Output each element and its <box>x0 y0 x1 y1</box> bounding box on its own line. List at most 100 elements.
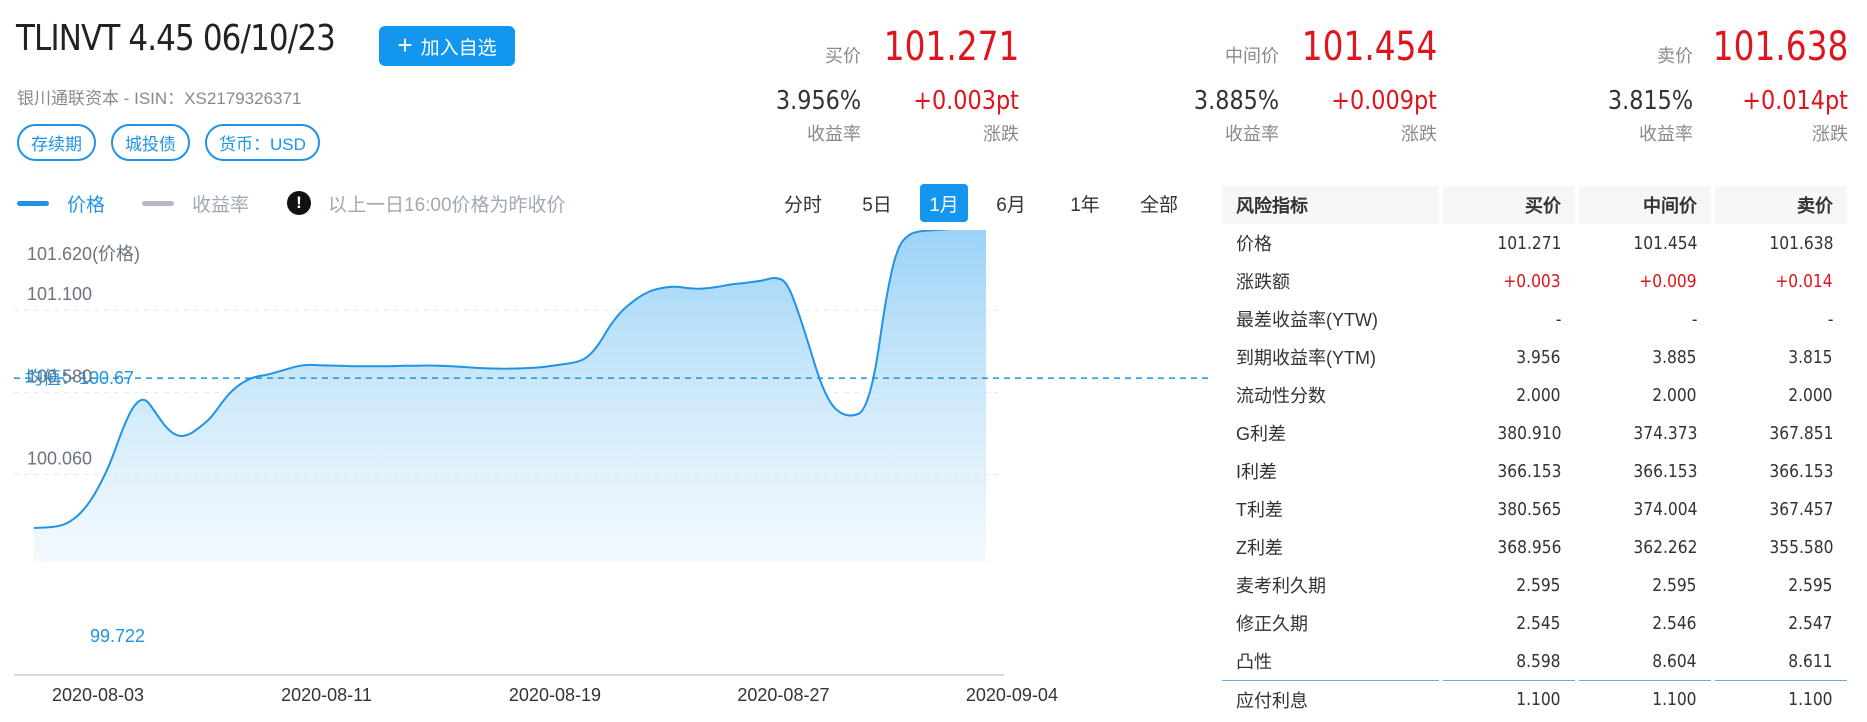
indicator-name: G利差 <box>1236 424 1287 444</box>
ask-value: 367.851 <box>1715 414 1847 452</box>
bid-value: +0.003 <box>1443 262 1575 300</box>
risk-indicator-table: 风险指标 买价 中间价 卖价 价格 101.271 101.454 101.638 涨跌… <box>1218 186 1851 718</box>
ask-value-text: 8.611 <box>1788 650 1833 672</box>
bond-tags: 存续期 城投债 货币：USD <box>17 124 320 161</box>
bid-value-text: 368.956 <box>1496 536 1561 558</box>
bid-value-text: 1.100 <box>1516 689 1561 710</box>
bid-value: 1.100 <box>1443 680 1575 718</box>
mid-value: 8.604 <box>1579 642 1711 680</box>
bid-value: 8.598 <box>1443 642 1575 680</box>
legend-yield[interactable]: 收益率 <box>142 190 249 216</box>
indicator-name: 修正久期 <box>1236 614 1308 634</box>
price-area <box>34 230 986 562</box>
add-to-watchlist-label: 加入自选 <box>420 37 497 59</box>
table-row: 应付利息 1.100 1.100 1.100 <box>1222 680 1847 718</box>
ask-value-text: +0.014 <box>1775 270 1833 292</box>
range-intraday[interactable]: 分时 <box>772 184 834 222</box>
indicator-name: 应付利息 <box>1222 680 1439 718</box>
ask-value: 3.815 <box>1715 338 1847 376</box>
mid-value-text: 8.604 <box>1652 650 1697 672</box>
ask-value-text: - <box>1827 308 1833 330</box>
table-row: Z利差 368.956 362.262 355.580 <box>1222 528 1847 566</box>
bid-value: 2.000 <box>1443 376 1575 414</box>
bid-value-text: +0.003 <box>1503 270 1561 292</box>
ask-value-text: 3.815 <box>1788 346 1833 368</box>
quote-yield: 3.815% <box>1607 86 1693 116</box>
ask-value-text: 366.153 <box>1768 460 1833 482</box>
note-text: 以上一日16:00价格为昨收价 <box>328 194 566 216</box>
bid-value-text: 3.956 <box>1516 346 1561 368</box>
line-swatch-icon <box>142 200 174 206</box>
quote-change-label: 涨跌 <box>983 124 1019 144</box>
indicator-name: 价格 <box>1236 234 1272 254</box>
bid-value: 3.956 <box>1443 338 1575 376</box>
legend-price[interactable]: 价格 <box>17 190 105 216</box>
bid-value: 366.153 <box>1443 452 1575 490</box>
table-row: 价格 101.271 101.454 101.638 <box>1222 224 1847 262</box>
bid-value-text: - <box>1555 308 1561 330</box>
table-row: 麦考利久期 2.595 2.595 2.595 <box>1222 566 1847 604</box>
bid-value-text: 2.545 <box>1516 612 1561 634</box>
mid-value-text: 374.004 <box>1632 498 1697 520</box>
table-row: 流动性分数 2.000 2.000 2.000 <box>1222 376 1847 414</box>
mid-value-text: 2.000 <box>1652 384 1697 406</box>
quote-change: +0.003pt <box>913 86 1019 116</box>
indicator-name: 流动性分数 <box>1236 386 1326 406</box>
range-1m[interactable]: 1月 <box>920 184 968 222</box>
ask-value: 367.457 <box>1715 490 1847 528</box>
table-row: 最差收益率(YTW) - - - <box>1222 300 1847 338</box>
ask-value: 366.153 <box>1715 452 1847 490</box>
indicator-name: 到期收益率(YTM) <box>1236 348 1376 368</box>
tag-lgfv[interactable]: 城投债 <box>111 124 190 161</box>
bid-value: 380.565 <box>1443 490 1575 528</box>
y-tick-label: 101.100 <box>27 284 92 304</box>
bid-value-text: 380.565 <box>1496 498 1561 520</box>
quote-label: 中间价 <box>1225 46 1279 66</box>
header-bid: 买价 <box>1443 186 1575 224</box>
bond-title: TLINVT 4.45 06/10/23 <box>16 18 336 59</box>
mid-value-text: 374.373 <box>1632 422 1697 444</box>
quote-yield-label: 收益率 <box>807 124 861 144</box>
ask-value: 2.000 <box>1715 376 1847 414</box>
mid-value-text: 366.153 <box>1632 460 1697 482</box>
ask-value-text: 2.547 <box>1788 612 1833 634</box>
max-price-label: 101.620(价格) <box>27 244 140 264</box>
mid-value-text: - <box>1691 308 1697 330</box>
range-5d[interactable]: 5日 <box>846 184 908 222</box>
range-all[interactable]: 全部 <box>1128 184 1190 222</box>
mid-value-text: 362.262 <box>1632 536 1697 558</box>
x-tick-label: 2020-08-27 <box>737 685 829 705</box>
bid-value-text: 101.271 <box>1496 232 1561 254</box>
range-6m[interactable]: 6月 <box>980 184 1042 222</box>
price-chart[interactable]: 101.620(价格) 均值：100.67 99.722 100.060100.… <box>0 230 1210 722</box>
ask-value: - <box>1715 300 1847 338</box>
add-to-watchlist-button[interactable]: + 加入自选 <box>379 26 515 66</box>
quote-price: 101.454 <box>1301 24 1437 70</box>
mid-value: 362.262 <box>1579 528 1711 566</box>
ask-value-text: 367.457 <box>1768 498 1833 520</box>
table-row: I利差 366.153 366.153 366.153 <box>1222 452 1847 490</box>
mid-value-text: 2.546 <box>1652 612 1697 634</box>
header-ask: 卖价 <box>1715 186 1847 224</box>
bid-value-text: 380.910 <box>1496 422 1561 444</box>
bid-value: - <box>1443 300 1575 338</box>
table-row: 涨跌额 +0.003 +0.009 +0.014 <box>1222 262 1847 300</box>
bid-value-text: 2.000 <box>1516 384 1561 406</box>
mid-value: 101.454 <box>1579 224 1711 262</box>
exclamation-icon: ! <box>287 191 311 215</box>
quote-yield-label: 收益率 <box>1225 124 1279 144</box>
tag-currency[interactable]: 货币：USD <box>205 124 320 161</box>
quote-yield: 3.885% <box>1193 86 1279 116</box>
bid-value: 2.545 <box>1443 604 1575 642</box>
ask-value-text: 355.580 <box>1768 536 1833 558</box>
quote-price: 101.271 <box>883 24 1019 70</box>
quote-yield: 3.956% <box>775 86 861 116</box>
y-tick-label: 100.580 <box>27 366 92 386</box>
ask-value-text: 101.638 <box>1768 232 1833 254</box>
range-1y[interactable]: 1年 <box>1054 184 1116 222</box>
indicator-name: 麦考利久期 <box>1236 576 1326 596</box>
tag-duration[interactable]: 存续期 <box>17 124 96 161</box>
mid-value: 2.000 <box>1579 376 1711 414</box>
ask-value: 101.638 <box>1715 224 1847 262</box>
previous-close-note: ! 以上一日16:00价格为昨收价 <box>287 190 566 216</box>
